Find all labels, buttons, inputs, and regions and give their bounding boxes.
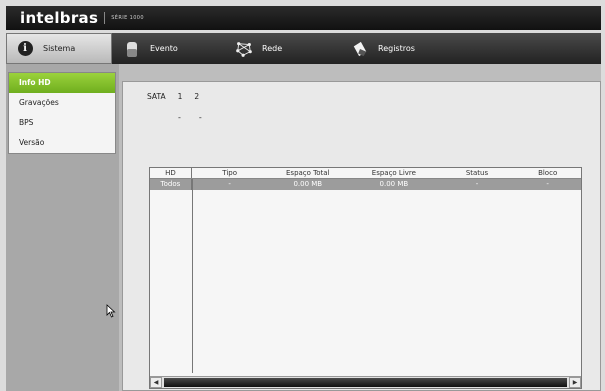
- sidebar-item-versao[interactable]: Versão: [9, 133, 115, 153]
- sidebar-item-info-hd[interactable]: Info HD: [9, 73, 115, 93]
- table-row[interactable]: Todos - 0.00 MB 0.00 MB - -: [150, 179, 581, 190]
- horizontal-scrollbar[interactable]: ◀ ▶: [150, 376, 581, 388]
- brand-series: SÉRIE 1000: [111, 15, 144, 21]
- cell-tipo: -: [228, 180, 231, 188]
- tab-registros-label: Registros: [378, 44, 415, 53]
- alarm-icon: [124, 40, 140, 58]
- cell-status: -: [475, 180, 479, 188]
- column-header-status: Status: [465, 169, 489, 177]
- tab-evento-label: Evento: [150, 44, 178, 53]
- column-divider: [192, 179, 193, 373]
- intelbras-logo: intelbras: [20, 9, 99, 27]
- sata-status-row: - -: [178, 113, 220, 122]
- brand-separator: [104, 12, 106, 24]
- network-icon: [236, 40, 252, 58]
- sidebar-item-gravacoes[interactable]: Gravações: [9, 93, 115, 113]
- hd-table: HD Tipo Espaço Total Espaço Livre Status…: [149, 167, 582, 389]
- scroll-right-icon[interactable]: ▶: [569, 377, 581, 388]
- tab-rede-label: Rede: [262, 44, 283, 53]
- tab-evento[interactable]: Evento: [112, 33, 224, 64]
- tab-registros[interactable]: Registros: [338, 33, 450, 64]
- column-header-tipo: Tipo: [222, 169, 237, 177]
- sata-status-1: -: [178, 113, 181, 122]
- column-header-bloco: Bloco: [538, 169, 558, 177]
- hd-info-panel: SATA 1 2 - - HD Tipo Espaço Total Espaço…: [122, 81, 601, 391]
- dvr-window: intelbras SÉRIE 1000 i Sistema Evento Re…: [0, 0, 605, 391]
- sata-label: SATA: [147, 92, 166, 101]
- cell-bloco: -: [546, 180, 549, 188]
- cell-espaco-livre: 0.00 MB: [379, 180, 409, 188]
- sidebar: Info HD Gravações BPS Versão: [6, 64, 119, 391]
- main-menu-bar: i Sistema Evento Rede Registros: [6, 33, 601, 64]
- sata-header: SATA 1 2: [147, 92, 211, 101]
- cell-espaco-total: 0.00 MB: [293, 180, 323, 188]
- mouse-cursor-icon: [106, 304, 116, 318]
- tab-sistema-label: Sistema: [43, 44, 76, 53]
- scroll-left-icon[interactable]: ◀: [150, 377, 162, 388]
- tab-sistema[interactable]: i Sistema: [6, 33, 112, 64]
- sidebar-item-bps[interactable]: BPS: [9, 113, 115, 133]
- brand-bar: intelbras SÉRIE 1000: [6, 6, 601, 30]
- info-icon: i: [17, 40, 33, 58]
- column-header-espaco-total: Espaço Total: [286, 169, 330, 177]
- cell-hd: Todos: [150, 179, 192, 190]
- sata-port-2: 2: [194, 92, 200, 101]
- sata-port-1: 1: [177, 92, 183, 101]
- log-icon: [352, 40, 368, 58]
- main-content: SATA 1 2 - - HD Tipo Espaço Total Espaço…: [119, 64, 601, 391]
- scrollbar-thumb[interactable]: [164, 378, 567, 387]
- column-header-hd: HD: [150, 168, 192, 178]
- table-header: HD Tipo Espaço Total Espaço Livre Status…: [150, 168, 581, 179]
- column-header-espaco-livre: Espaço Livre: [371, 169, 416, 177]
- sidebar-menu: Info HD Gravações BPS Versão: [8, 72, 116, 154]
- sata-status-2: -: [198, 113, 202, 122]
- tab-rede[interactable]: Rede: [224, 33, 338, 64]
